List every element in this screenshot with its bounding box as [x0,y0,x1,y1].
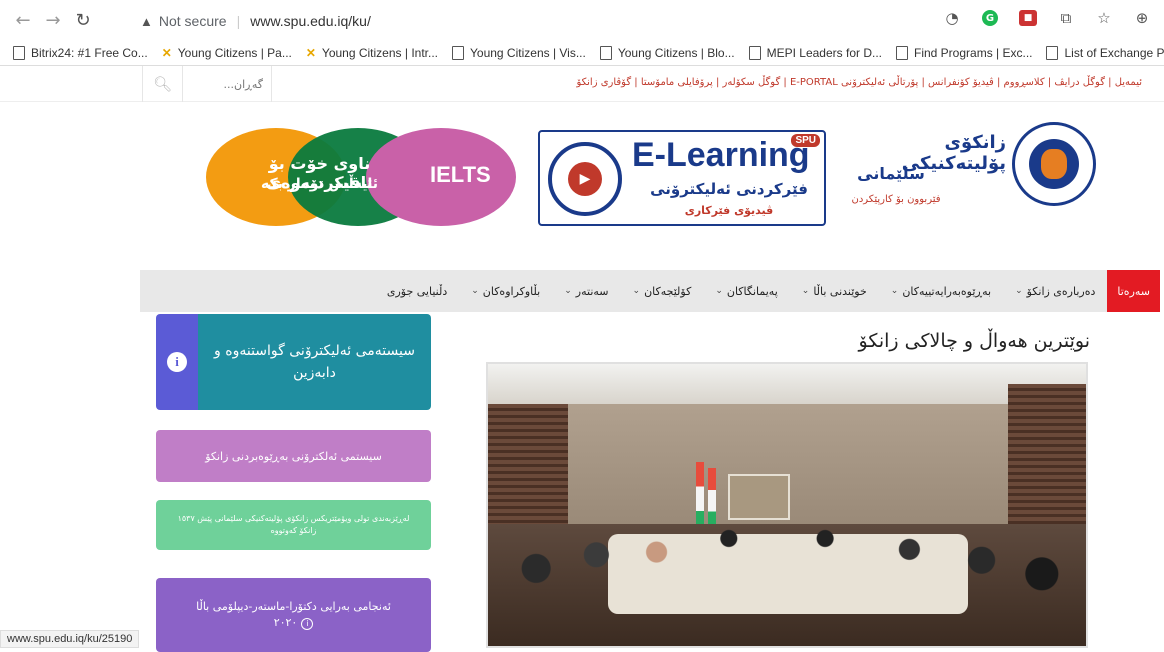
ielts-text-sub: ئایەڵس تۆمار بکە [261,176,378,192]
bookmark-item[interactable]: Find Programs | Exc... [889,41,1039,65]
nav-label: خوێندنی باڵا [813,284,867,298]
bookmark-label: MEPI Leaders for D... [766,45,882,60]
chevron-down-icon: ⌄ [890,286,899,296]
nav-label: دڵنیایی جۆری [386,284,448,298]
bookmark-item[interactable]: List of Exchange Pr... [1039,41,1164,65]
bookmark-item[interactable]: ✕ Young Citizens | Intr... [299,41,445,65]
page-icon [748,45,761,60]
bookmarks-bar: Bitrix24: #1 Free Co... ✕ Young Citizens … [0,40,1164,66]
webometrics-ranking-card[interactable]: لەڕێزبەندی تولی ویۆمێتریکس زانکۆی پۆلیتە… [156,500,431,550]
read-aloud-icon[interactable]: ◔ [940,6,964,30]
nav-item-institutes[interactable]: پەیمانگاکان ⌄ [703,270,789,312]
nav-label: پەیمانگاکان [726,284,778,298]
extensions-puzzle-icon[interactable]: ⧉ [1054,6,1078,30]
results-year: ٢٠٢٠ [273,616,298,629]
play-icon: ▶ [548,142,622,216]
postgraduate-results-card[interactable]: ئەنجامی بەرایی دکتۆرا-ماستەر-دیپلۆمی باڵ… [156,578,431,652]
nav-item-about[interactable]: دەربارەی زانکۆ ⌄ [1003,270,1107,312]
search-input[interactable] [183,69,271,99]
bookmark-item[interactable]: MEPI Leaders for D... [742,41,889,65]
extension-icon[interactable]: ■ [1016,6,1040,30]
nav-item-home[interactable]: سەرەتا [1107,270,1160,312]
grammarly-extension-icon[interactable]: G [978,6,1002,30]
university-tagline: فێربوون بۆ کارپێکردن [851,194,941,205]
ielts-banner[interactable]: ناوی خۆت بۆ تاقیکردنەوەی ئایەڵس تۆمار بک… [206,128,518,226]
transfer-system-card[interactable]: i سیستەمی ئەلیکترۆنی گواستنەوە و دابەزین [156,314,431,410]
nav-label: سەنتەر [575,284,609,298]
bookmark-item[interactable]: Young Citizens | Vis... [445,41,593,65]
elearning-banner[interactable]: ▶ E-Learning SPU فێرکردنی ئەلیکترۆنی ڤید… [538,130,826,226]
page-icon [13,45,25,60]
nav-item-directorates[interactable]: بەڕێوەبەرایەتییەکان ⌄ [879,270,1003,312]
header-banner: ناوی خۆت بۆ تاقیکردنەوەی ئایەڵس تۆمار بک… [0,108,1164,258]
reload-button[interactable]: ↻ [68,5,98,35]
bookmark-label: Young Citizens | Pa... [177,45,292,60]
url-text[interactable]: www.spu.edu.iq/ku/ [250,13,371,29]
nav-item-postgraduate[interactable]: خوێندنی باڵا ⌄ [790,270,879,312]
omnibox-divider: | [236,13,241,29]
news-photo[interactable] [486,362,1088,648]
page-icon [452,45,464,60]
chevron-down-icon: ⌄ [632,286,641,296]
news-section-title: نوێترین هەواڵ و چالاکی زانکۆ [858,330,1090,352]
status-bar-url: www.spu.edu.iq/ku/25190 [0,630,140,648]
nav-label: کۆلێجەکان [644,284,692,298]
chevron-down-icon: ⌄ [471,286,479,296]
main-nav: سەرەتا دەربارەی زانکۆ ⌄ بەڕێوەبەرایەتییەک… [140,270,1160,312]
info-icon-box: i [156,314,198,410]
nav-item-colleges[interactable]: کۆلێجەکان ⌄ [621,270,704,312]
chevron-down-icon: ⌄ [801,286,810,296]
info-circle-icon: i [301,618,314,630]
chevron-down-icon: ⌄ [1015,286,1023,296]
nav-label: بەڕێوەبەرایەتییەکان [902,284,992,298]
security-label: Not secure [158,13,227,29]
forward-button[interactable]: → [38,5,68,35]
info-icon: i [167,352,187,372]
bookmark-label: Young Citizens | Vis... [470,45,586,60]
page-icon [599,45,612,60]
nav-item-centers[interactable]: سەنتەر ⌄ [552,270,620,312]
chevron-down-icon: ⌄ [564,286,572,296]
postgraduate-results-line1: ئەنجامی بەرایی دکتۆرا-ماستەر-دیپلۆمی باڵ… [196,599,391,613]
x-logo-icon: ✕ [305,45,316,60]
elearning-subtitle: فێرکردنی ئەلیکترۆنی [650,180,808,198]
page-icon [1046,45,1059,60]
nav-label: دەربارەی زانکۆ [1026,284,1096,298]
site-top-strip: 🔍︎ ئیمەیل | گوگڵ درایڤ | کلاسڕووم | ڤیدی… [0,66,1164,102]
page-icon [896,45,908,60]
bookmark-label: Bitrix24: #1 Free Co... [31,45,148,60]
collections-icon[interactable]: ⊕ [1130,6,1154,30]
bookmark-label: Find Programs | Exc... [914,45,1033,60]
university-logo[interactable] [1012,122,1096,206]
spu-badge: SPU [791,134,820,147]
ielts-word: IELTS [430,162,491,187]
bookmark-label: Young Citizens | Blo... [617,45,735,60]
nav-item-publications[interactable]: بڵاوکراوەکان ⌄ [459,270,552,312]
nav-label: سەرەتا [1117,284,1150,298]
nav-item-quality-assurance[interactable]: دڵنیایی جۆری [375,270,459,312]
postgraduate-results-line2: i٢٠٢٠ [274,615,314,632]
chevron-down-icon: ⌄ [715,286,723,296]
nav-label: بڵاوکراوەکان [482,284,541,298]
quick-links[interactable]: ئیمەیل | گوگڵ درایڤ | کلاسڕووم | ڤیدیۆ ک… [576,77,1142,88]
site-search: 🔍︎ [142,66,272,102]
bookmark-item[interactable]: Young Citizens | Blo... [593,41,742,65]
bookmark-label: Young Citizens | Intr... [321,45,438,60]
university-management-card[interactable]: سیستمی ئەلکترۆنی بەڕێوەبردنی زانکۆ [156,430,431,482]
elearning-title: E-Learning [632,136,810,174]
bookmark-label: List of Exchange Pr... [1064,45,1164,60]
browser-toolbar: ← → ↻ ▲ Not secure | www.spu.edu.iq/ku/ … [0,0,1164,40]
warning-icon[interactable]: ▲ [140,14,153,29]
transfer-system-text: سیستەمی ئەلیکترۆنی گواستنەوە و دابەزین [198,314,431,410]
favorites-icon[interactable]: ☆ [1092,6,1116,30]
bookmark-item[interactable]: Bitrix24: #1 Free Co... [6,41,155,65]
university-city: سلێمانی [857,164,925,183]
search-icon[interactable]: 🔍︎ [143,66,183,102]
address-bar[interactable]: ▲ Not secure | www.spu.edu.iq/ku/ [140,8,371,34]
bookmark-item[interactable]: ✕ Young Citizens | Pa... [155,41,299,65]
elearning-subtitle-2: ڤیدیۆی فێرکاری [684,204,774,217]
x-logo-icon: ✕ [161,45,172,60]
back-button[interactable]: ← [8,5,38,35]
